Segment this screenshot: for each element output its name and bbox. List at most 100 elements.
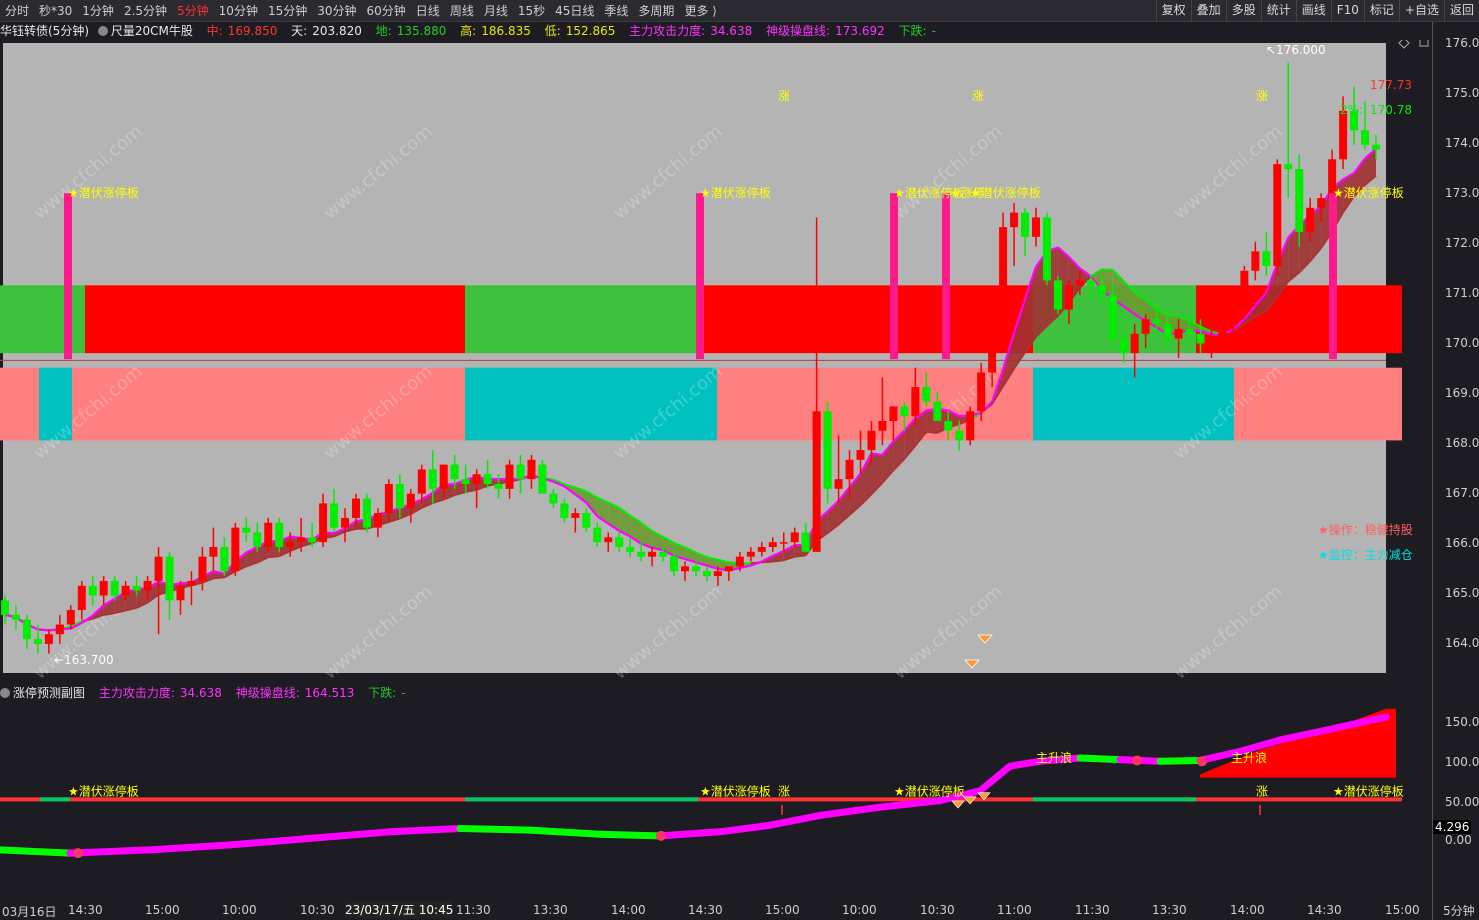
candle (472, 474, 481, 484)
candle (395, 484, 404, 509)
candle (88, 585, 97, 596)
toolbar-button-3[interactable]: 统计 (1260, 0, 1296, 22)
candle (341, 517, 350, 528)
candle (461, 479, 470, 484)
sub-chart[interactable]: 主升浪 主升浪★潜伏涨停板 ★潜伏涨停板 ★潜伏涨停板 ★潜伏涨停板涨涨 (0, 702, 1432, 900)
indicator-name[interactable]: 尺量20CM牛股 (97, 24, 198, 38)
monitor-label: ★监控：主力减仓 (1318, 548, 1413, 562)
candle (702, 571, 711, 577)
candle (33, 639, 42, 644)
period-0[interactable]: 分时 (0, 0, 34, 22)
sub-band-green (465, 797, 698, 802)
sub-curve (596, 830, 664, 840)
candle (834, 479, 843, 489)
period-7[interactable]: 30分钟 (312, 0, 361, 22)
period-5[interactable]: 10分钟 (214, 0, 263, 22)
toolbar-button-1[interactable]: 叠加 (1190, 0, 1226, 22)
period-4[interactable]: 5分钟 (172, 0, 214, 22)
sub-band-green (1033, 797, 1196, 802)
candle (1141, 319, 1150, 334)
period-1[interactable]: 秒*30 (34, 0, 77, 22)
period-13[interactable]: 45日线 (550, 0, 599, 22)
sub-indicator-dot-icon (0, 688, 10, 698)
ma-line (268, 555, 280, 559)
sub-zt-label: ★潜伏涨停板 (700, 784, 771, 799)
candle (582, 513, 591, 528)
candle (922, 387, 931, 402)
price-tick: 171.0 (1445, 286, 1479, 300)
time-label: 14:30 (1307, 903, 1342, 917)
toolbar-button-5[interactable]: F10 (1330, 0, 1364, 22)
candle (351, 498, 360, 518)
candle (1042, 217, 1051, 281)
price-target-2-label: 2%: (1340, 103, 1363, 117)
period-8[interactable]: 60分钟 (362, 0, 411, 22)
period-2[interactable]: 1分钟 (77, 0, 119, 22)
candle (1174, 328, 1183, 339)
period-14[interactable]: 季线 (599, 0, 633, 22)
candle (878, 421, 887, 431)
toolbar-button-7[interactable]: +自选 (1398, 0, 1444, 22)
toolbar-button-8[interactable]: 返回 (1443, 0, 1479, 22)
time-label: 11:30 (456, 903, 491, 917)
candle (1152, 319, 1161, 325)
period-label: 5分钟 (1443, 904, 1475, 918)
candle (911, 387, 920, 417)
candle (1130, 333, 1139, 354)
zhang-label: 涨 (778, 88, 790, 103)
ma-line (926, 431, 938, 434)
candle (505, 464, 514, 489)
sub-indicator-name[interactable]: 涨停预测副图 (0, 686, 90, 700)
stock-name[interactable]: 华钰转债(5分钟) (0, 24, 89, 38)
candle (768, 542, 777, 547)
period-16[interactable]: 更多 ⟩ (679, 0, 722, 22)
time-label: 10:00 (842, 903, 877, 917)
period-6[interactable]: 15分钟 (263, 0, 312, 22)
zhang-label: 涨 (1256, 88, 1268, 103)
main-info-bar: 华钰转债(5分钟) 尺量20CM牛股 中: 169.850 天: 203.820 地… (0, 22, 1432, 40)
period-15[interactable]: 多周期 (633, 0, 679, 22)
sub-zt-label: ★潜伏涨停板 (894, 784, 965, 799)
toolbar-button-4[interactable]: 画线 (1295, 0, 1331, 22)
time-label: 14:00 (611, 903, 646, 917)
candle (132, 585, 141, 591)
price-tick: 166.0 (1445, 536, 1479, 550)
candle (22, 619, 31, 640)
candle (1, 600, 9, 615)
candle (1086, 280, 1095, 286)
zt-label: ★潜伏涨停板 (970, 185, 1041, 200)
candle (1010, 212, 1019, 228)
candle (790, 532, 799, 543)
candle (428, 469, 437, 489)
toolbar-button-0[interactable]: 复权 (1155, 0, 1191, 22)
price-tick: 164.0 (1445, 636, 1479, 650)
period-12[interactable]: 15秒 (513, 0, 550, 22)
candle (154, 556, 163, 581)
main-chart[interactable]: www.cfchi.com www.cfchi.com www.cfchi.com w… (0, 40, 1432, 683)
operation-label: ★操作：稳健持股 (1318, 522, 1413, 537)
candle (286, 542, 295, 547)
price-tick: 174.0 (1445, 136, 1479, 150)
candle (812, 411, 821, 552)
candle (264, 522, 273, 547)
candle (626, 547, 635, 552)
sub-line-value: 神级操盘线: 164.513 (235, 686, 355, 700)
high-value: 高: 186.835 (460, 24, 531, 38)
candle (1372, 144, 1380, 150)
candle (406, 493, 415, 509)
period-3[interactable]: 2.5分钟 (119, 0, 172, 22)
candle (1273, 164, 1282, 266)
time-label: 10:30 (300, 903, 335, 917)
period-10[interactable]: 周线 (445, 0, 479, 22)
time-label: 11:30 (1075, 903, 1110, 917)
period-11[interactable]: 月线 (479, 0, 513, 22)
price-tick: 172.0 (1445, 236, 1479, 250)
toolbar-button-2[interactable]: 多股 (1225, 0, 1261, 22)
candle (659, 551, 668, 557)
toolbar-button-6[interactable]: 标记 (1363, 0, 1399, 22)
candle (889, 406, 898, 421)
zt-bar (64, 193, 72, 360)
zt-label: ★潜伏涨停板 (700, 185, 771, 200)
period-9[interactable]: 日线 (411, 0, 445, 22)
time-axis: 03月16日 14:30 15:00 10:00 10:30 23/03/17/五 10:… (0, 900, 1432, 920)
